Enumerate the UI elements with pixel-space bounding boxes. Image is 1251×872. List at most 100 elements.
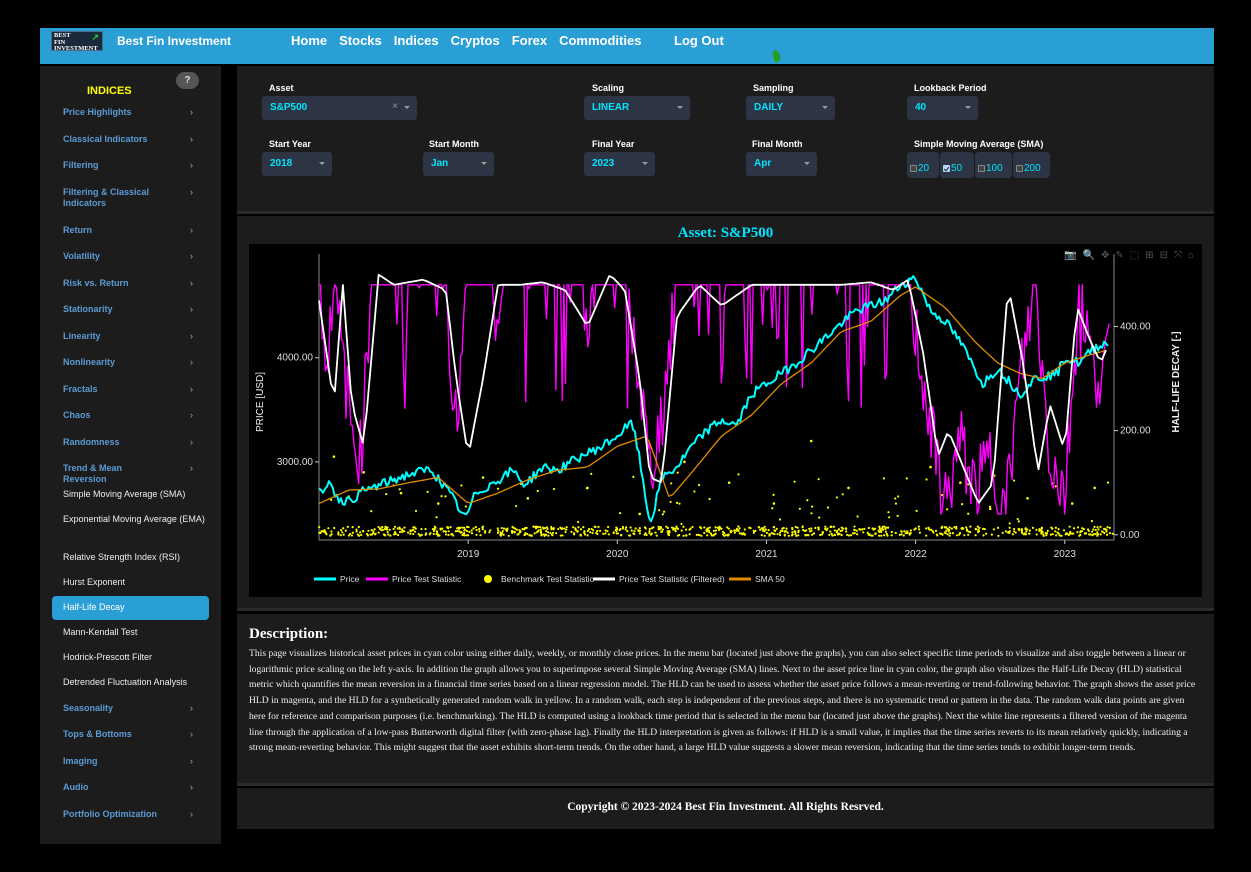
- asset-select[interactable]: S&P500 ×: [262, 96, 417, 120]
- benchmark-point: [414, 527, 417, 530]
- sidebar-item-hodrick-prescott-filter[interactable]: Hodrick-Prescott Filter: [63, 651, 213, 664]
- benchmark-point: [703, 526, 706, 529]
- start-month-select[interactable]: Jan: [423, 152, 494, 176]
- benchmark-point: [900, 530, 903, 533]
- sidebar-item-tops-bottoms[interactable]: Tops & Bottoms ›: [63, 729, 203, 740]
- benchmark-point: [1064, 533, 1067, 536]
- logo[interactable]: BEST FIN INVESTMENT ↗: [51, 31, 103, 52]
- benchmark-point: [832, 525, 836, 528]
- clear-icon[interactable]: ×: [392, 101, 398, 112]
- lookback-select[interactable]: 40: [907, 96, 978, 120]
- benchmark-point: [688, 528, 691, 531]
- nav-indices[interactable]: Indices: [394, 33, 439, 48]
- sma-option-100[interactable]: 100: [975, 152, 1012, 178]
- sidebar-item-imaging[interactable]: Imaging ›: [63, 756, 203, 767]
- sidebar-item-label: Price Highlights: [63, 107, 132, 117]
- sidebar-item-price-highlights[interactable]: Price Highlights ›: [63, 107, 203, 118]
- help-button[interactable]: ?: [176, 72, 199, 89]
- nav-home[interactable]: Home: [291, 33, 327, 48]
- benchmark-point: [1076, 530, 1079, 534]
- start-year-select[interactable]: 2018: [262, 152, 332, 176]
- sidebar-item-detrended-fluctuation-analysis[interactable]: Detrended Fluctuation Analysis: [63, 676, 213, 689]
- final-year-select[interactable]: 2023: [584, 152, 655, 176]
- benchmark-point: [1026, 497, 1029, 500]
- sidebar-item-trend-mean-reversion[interactable]: Trend & Mean Reversion ›: [63, 463, 203, 485]
- benchmark-point: [348, 532, 352, 536]
- sidebar-item-filtering-classical-indicators[interactable]: Filtering & Classical Indicators ›: [63, 187, 203, 209]
- benchmark-point: [841, 493, 844, 496]
- benchmark-point: [877, 529, 880, 532]
- sidebar-item-volatility[interactable]: Volatility ›: [63, 251, 203, 262]
- benchmark-point: [965, 526, 968, 529]
- benchmark-point: [685, 534, 688, 537]
- sidebar-item-audio[interactable]: Audio ›: [63, 782, 203, 793]
- benchmark-point: [460, 531, 463, 534]
- sidebar-item-portfolio-optimization[interactable]: Portfolio Optimization ›: [63, 809, 203, 820]
- chart-title: Asset: S&P500: [677, 225, 774, 241]
- sidebar-item-mann-kendall-test[interactable]: Mann-Kendall Test: [63, 626, 213, 639]
- benchmark-point: [654, 531, 657, 534]
- sidebar-item-fractals[interactable]: Fractals ›: [63, 384, 203, 395]
- benchmark-point: [1042, 533, 1045, 536]
- scaling-select[interactable]: LINEAR: [584, 96, 690, 120]
- benchmark-point: [1096, 533, 1100, 536]
- chevron-right-icon: ›: [190, 729, 193, 739]
- benchmark-point: [1055, 534, 1058, 537]
- sma-option-200[interactable]: 200: [1013, 152, 1050, 178]
- sidebar-item-return[interactable]: Return ›: [63, 225, 203, 236]
- benchmark-point: [565, 528, 568, 531]
- nav-commodities[interactable]: Commodities: [559, 33, 641, 48]
- benchmark-point: [810, 512, 813, 515]
- benchmark-point: [1035, 528, 1038, 531]
- benchmark-point: [330, 498, 333, 501]
- benchmark-point: [412, 532, 415, 536]
- final-month-select[interactable]: Apr: [746, 152, 817, 176]
- benchmark-point: [515, 504, 518, 508]
- checkbox-checked[interactable]: [943, 165, 950, 172]
- plot-area[interactable]: 📷 🔍 ✥ ✎ ⬚ ⊞ ⊟ ⤧ ⌂ 2019 2020 2021 2022 2023 30…: [249, 244, 1202, 597]
- chevron-right-icon: ›: [190, 463, 193, 473]
- checkbox[interactable]: [1016, 165, 1023, 172]
- y2-axis-title: HALF-LIFE DECAY [-]: [1171, 331, 1182, 432]
- sidebar-item-stationarity[interactable]: Stationarity ›: [63, 304, 203, 315]
- sidebar-item-filtering[interactable]: Filtering ›: [63, 160, 203, 171]
- sidebar-item-nonlinearity[interactable]: Nonlinearity ›: [63, 357, 203, 368]
- sidebar-item-risk-vs-return[interactable]: Risk vs. Return ›: [63, 278, 203, 289]
- sidebar-item-label: Stationarity: [63, 304, 113, 314]
- sidebar-item-chaos[interactable]: Chaos ›: [63, 410, 203, 421]
- chart-svg[interactable]: 2019 2020 2021 2022 2023 3000.00 4000.00 0.00 20…: [249, 244, 1202, 597]
- nav-cryptos[interactable]: Cryptos: [451, 33, 500, 48]
- benchmark-point: [638, 527, 641, 530]
- sampling-select[interactable]: DAILY: [746, 96, 835, 120]
- benchmark-point: [369, 533, 372, 536]
- benchmark-point: [629, 534, 632, 537]
- logout-link[interactable]: Log Out: [674, 33, 724, 48]
- benchmark-point: [850, 534, 853, 537]
- chevron-down-icon: [677, 106, 683, 109]
- benchmark-point: [489, 529, 492, 532]
- sidebar-item-hurst-exponent[interactable]: Hurst Exponent: [63, 576, 213, 589]
- benchmark-point: [398, 530, 402, 534]
- benchmark-point: [1017, 528, 1020, 531]
- benchmark-point: [821, 531, 824, 535]
- sidebar-item-half-life-decay[interactable]: Half-Life Decay: [52, 595, 209, 620]
- sma-option-50[interactable]: 50: [940, 152, 974, 178]
- sidebar-item-simple-moving-average-sma[interactable]: Simple Moving Average (SMA): [63, 488, 213, 501]
- sidebar-item-linearity[interactable]: Linearity ›: [63, 331, 203, 342]
- nav-forex[interactable]: Forex: [512, 33, 547, 48]
- sidebar-item-seasonality[interactable]: Seasonality ›: [63, 703, 203, 714]
- nav-stocks[interactable]: Stocks: [339, 33, 382, 48]
- benchmark-point: [441, 527, 444, 530]
- brand-name[interactable]: Best Fin Investment: [117, 34, 231, 48]
- sidebar-item-classical-indicators[interactable]: Classical Indicators ›: [63, 134, 203, 145]
- checkbox[interactable]: [910, 165, 917, 172]
- benchmark-point: [650, 527, 653, 530]
- benchmark-point: [961, 503, 964, 506]
- checkbox[interactable]: [978, 165, 985, 172]
- sidebar-item-exponential-moving-average-ema[interactable]: Exponential Moving Average (EMA): [63, 513, 213, 526]
- benchmark-point: [774, 529, 777, 533]
- sma-option-20[interactable]: 20: [907, 152, 939, 178]
- sidebar-item-randomness[interactable]: Randomness ›: [63, 437, 203, 448]
- sidebar-item-relative-strength-index-rsi[interactable]: Relative Strength Index (RSI): [63, 551, 213, 564]
- benchmark-point: [638, 512, 641, 516]
